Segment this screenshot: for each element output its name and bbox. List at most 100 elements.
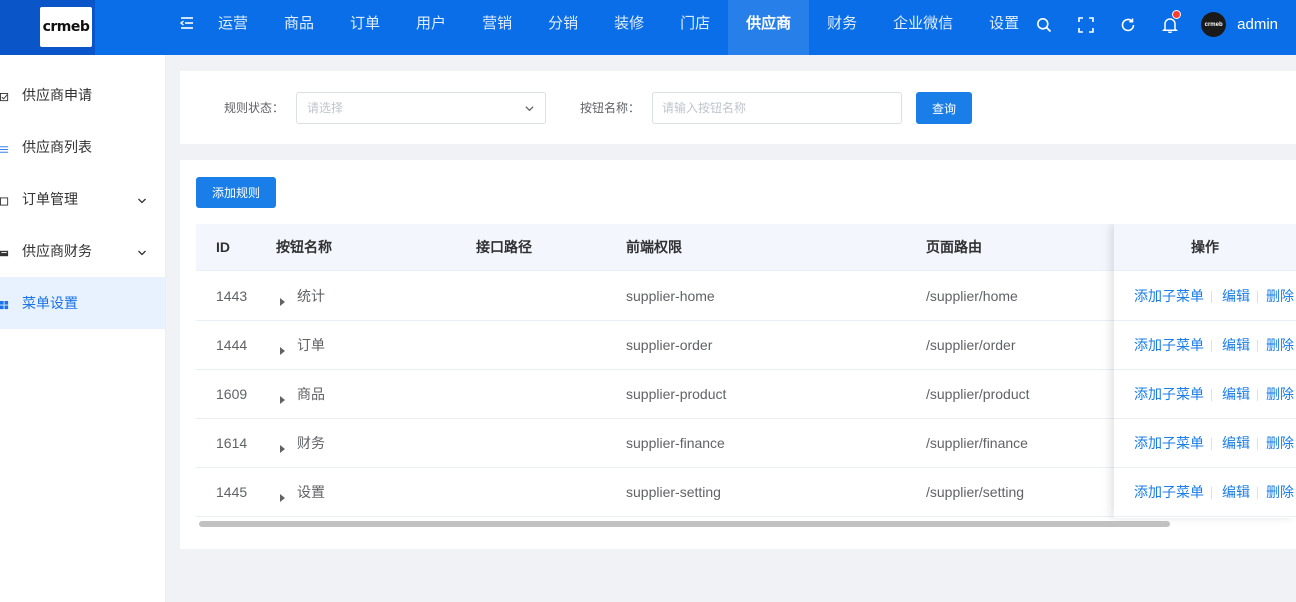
sidebar-item-label: 供应商申请 bbox=[22, 87, 92, 103]
notification-dot bbox=[1172, 9, 1182, 19]
brand-logo[interactable]: crmeb bbox=[40, 7, 92, 47]
sidebar: 供应商申请供应商列表订单管理 供应商财务菜单设置 bbox=[0, 55, 166, 602]
nav-item[interactable]: 装修 bbox=[596, 0, 662, 55]
search-panel: 规则状态： 请选择 按钮名称： 查询 bbox=[180, 71, 1296, 144]
rules-table: ID 按钮名称 接口路径 前端权限 页面路由 1443 统计 supplier-ho… bbox=[196, 224, 1296, 531]
refresh-button[interactable] bbox=[1107, 4, 1149, 52]
nav-item[interactable]: 营销 bbox=[464, 0, 530, 55]
actions-column: 操作 添加子菜单 编辑 删除 添加子菜单 编辑 删除 添加子菜单 编辑 删除 添加子菜单 编辑 删除添… bbox=[1114, 224, 1296, 518]
add-submenu-link[interactable]: 添加子菜单 bbox=[1134, 468, 1204, 517]
header-button-name: 按钮名称 bbox=[276, 239, 332, 255]
fullscreen-icon bbox=[1078, 17, 1094, 38]
bell-icon bbox=[1162, 17, 1179, 38]
header-frontend-permission: 前端权限 bbox=[626, 239, 682, 255]
add-submenu-link[interactable]: 添加子菜单 bbox=[1134, 370, 1204, 419]
nav-item[interactable]: 财务 bbox=[809, 0, 875, 55]
action-divider bbox=[1257, 389, 1258, 401]
nav-item[interactable]: 分销 bbox=[530, 0, 596, 55]
scrollbar-thumb[interactable] bbox=[199, 521, 1170, 527]
action-divider bbox=[1257, 340, 1258, 352]
delete-link[interactable]: 删除 bbox=[1266, 321, 1294, 370]
header-id: ID bbox=[216, 239, 230, 255]
chevron-down-icon bbox=[137, 245, 147, 256]
delete-link[interactable]: 删除 bbox=[1266, 370, 1294, 419]
nav-item[interactable]: 用户 bbox=[398, 0, 464, 55]
sidebar-item[interactable]: 供应商申请 bbox=[0, 69, 165, 121]
edit-link[interactable]: 编辑 bbox=[1222, 419, 1250, 468]
edit-link[interactable]: 编辑 bbox=[1222, 321, 1250, 370]
cell-page-route: /supplier/setting bbox=[926, 484, 1025, 500]
row-actions: 添加子菜单 编辑 删除 bbox=[1114, 321, 1296, 370]
header-api-path: 接口路径 bbox=[476, 239, 532, 255]
action-divider bbox=[1211, 438, 1212, 450]
nav-item[interactable]: 订单 bbox=[332, 0, 398, 55]
add-submenu-link[interactable]: 添加子菜单 bbox=[1134, 419, 1204, 468]
row-actions: 添加子菜单 编辑 删除 bbox=[1114, 419, 1296, 468]
cell-button-name: 设置 bbox=[297, 484, 325, 500]
row-actions: 添加子菜单 编辑 删除 bbox=[1114, 272, 1296, 321]
top-navbar: crmeb 运营 商品 订单 用户 营销 分销 装修 门店 供应商 财务 企业微信 设置 crmeb … bbox=[0, 0, 1296, 55]
expand-caret-icon[interactable] bbox=[280, 293, 286, 306]
refresh-icon bbox=[1120, 17, 1136, 38]
nav-item[interactable]: 门店 bbox=[662, 0, 728, 55]
delete-link[interactable]: 删除 bbox=[1266, 272, 1294, 321]
action-divider bbox=[1211, 291, 1212, 303]
edit-link[interactable]: 编辑 bbox=[1222, 370, 1250, 419]
delete-link[interactable]: 删除 bbox=[1266, 468, 1294, 517]
chevron-down-icon bbox=[137, 193, 147, 204]
document-icon bbox=[0, 193, 9, 206]
edit-link[interactable]: 编辑 bbox=[1222, 468, 1250, 517]
list-icon bbox=[0, 141, 9, 153]
add-submenu-link[interactable]: 添加子菜单 bbox=[1134, 321, 1204, 370]
action-divider bbox=[1257, 291, 1258, 303]
expand-caret-icon[interactable] bbox=[280, 391, 286, 404]
nav-item[interactable]: 商品 bbox=[266, 0, 332, 55]
add-rule-button[interactable]: 添加规则 bbox=[196, 177, 276, 208]
horizontal-scrollbar[interactable] bbox=[196, 519, 1296, 529]
cell-button-name: 订单 bbox=[297, 337, 325, 353]
delete-link[interactable]: 删除 bbox=[1266, 419, 1294, 468]
status-select[interactable]: 请选择 bbox=[296, 92, 546, 124]
row-actions: 添加子菜单 编辑 删除 bbox=[1114, 370, 1296, 419]
status-label: 规则状态： bbox=[224, 101, 285, 115]
row-actions: 添加子菜单 编辑 删除 bbox=[1114, 468, 1296, 517]
cell-page-route: /supplier/home bbox=[926, 288, 1018, 304]
action-divider bbox=[1257, 438, 1258, 450]
cell-id: 1445 bbox=[216, 484, 248, 500]
fullscreen-button[interactable] bbox=[1065, 4, 1107, 52]
expand-caret-icon[interactable] bbox=[280, 342, 286, 355]
menu-collapse-icon[interactable] bbox=[179, 15, 195, 31]
expand-caret-icon[interactable] bbox=[280, 440, 286, 453]
nav-item[interactable]: 运营 bbox=[200, 0, 266, 55]
action-divider bbox=[1211, 389, 1212, 401]
header-page-route: 页面路由 bbox=[926, 239, 982, 255]
cell-frontend-permission: supplier-setting bbox=[626, 484, 721, 500]
sidebar-item[interactable]: 供应商列表 bbox=[0, 121, 165, 173]
avatar[interactable]: crmeb bbox=[1201, 12, 1227, 37]
button-name-input[interactable] bbox=[652, 92, 902, 124]
cell-frontend-permission: supplier-order bbox=[626, 337, 713, 353]
sidebar-item-label: 供应商列表 bbox=[22, 139, 92, 155]
edit-link[interactable]: 编辑 bbox=[1222, 272, 1250, 321]
expand-caret-icon[interactable] bbox=[280, 489, 286, 502]
action-divider bbox=[1211, 487, 1212, 499]
sidebar-item[interactable]: 菜单设置 bbox=[0, 277, 165, 329]
top-menu: 运营 商品 订单 用户 营销 分销 装修 门店 供应商 财务 企业微信 设置 bbox=[200, 0, 1037, 55]
sidebar-item[interactable]: 供应商财务 bbox=[0, 225, 165, 277]
cell-page-route: /supplier/order bbox=[926, 337, 1016, 353]
action-divider bbox=[1257, 487, 1258, 499]
sidebar-item-label: 菜单设置 bbox=[22, 295, 78, 311]
cell-page-route: /supplier/product bbox=[926, 386, 1030, 402]
action-divider bbox=[1211, 340, 1212, 352]
sidebar-item[interactable]: 订单管理 bbox=[0, 173, 165, 225]
rules-table-card: 添加规则 ID 按钮名称 接口路径 前端权限 页面路由 1443 统计 suppli… bbox=[180, 160, 1296, 549]
nav-item[interactable]: 企业微信 bbox=[875, 0, 971, 55]
add-submenu-link[interactable]: 添加子菜单 bbox=[1134, 272, 1204, 321]
query-button[interactable]: 查询 bbox=[916, 92, 972, 124]
wallet-icon bbox=[0, 245, 9, 257]
nav-item[interactable]: 供应商 bbox=[728, 0, 810, 55]
username[interactable]: admin bbox=[1237, 16, 1278, 33]
notification-button[interactable] bbox=[1149, 4, 1191, 52]
logo-area: crmeb bbox=[0, 0, 95, 55]
search-button[interactable] bbox=[1023, 4, 1065, 52]
